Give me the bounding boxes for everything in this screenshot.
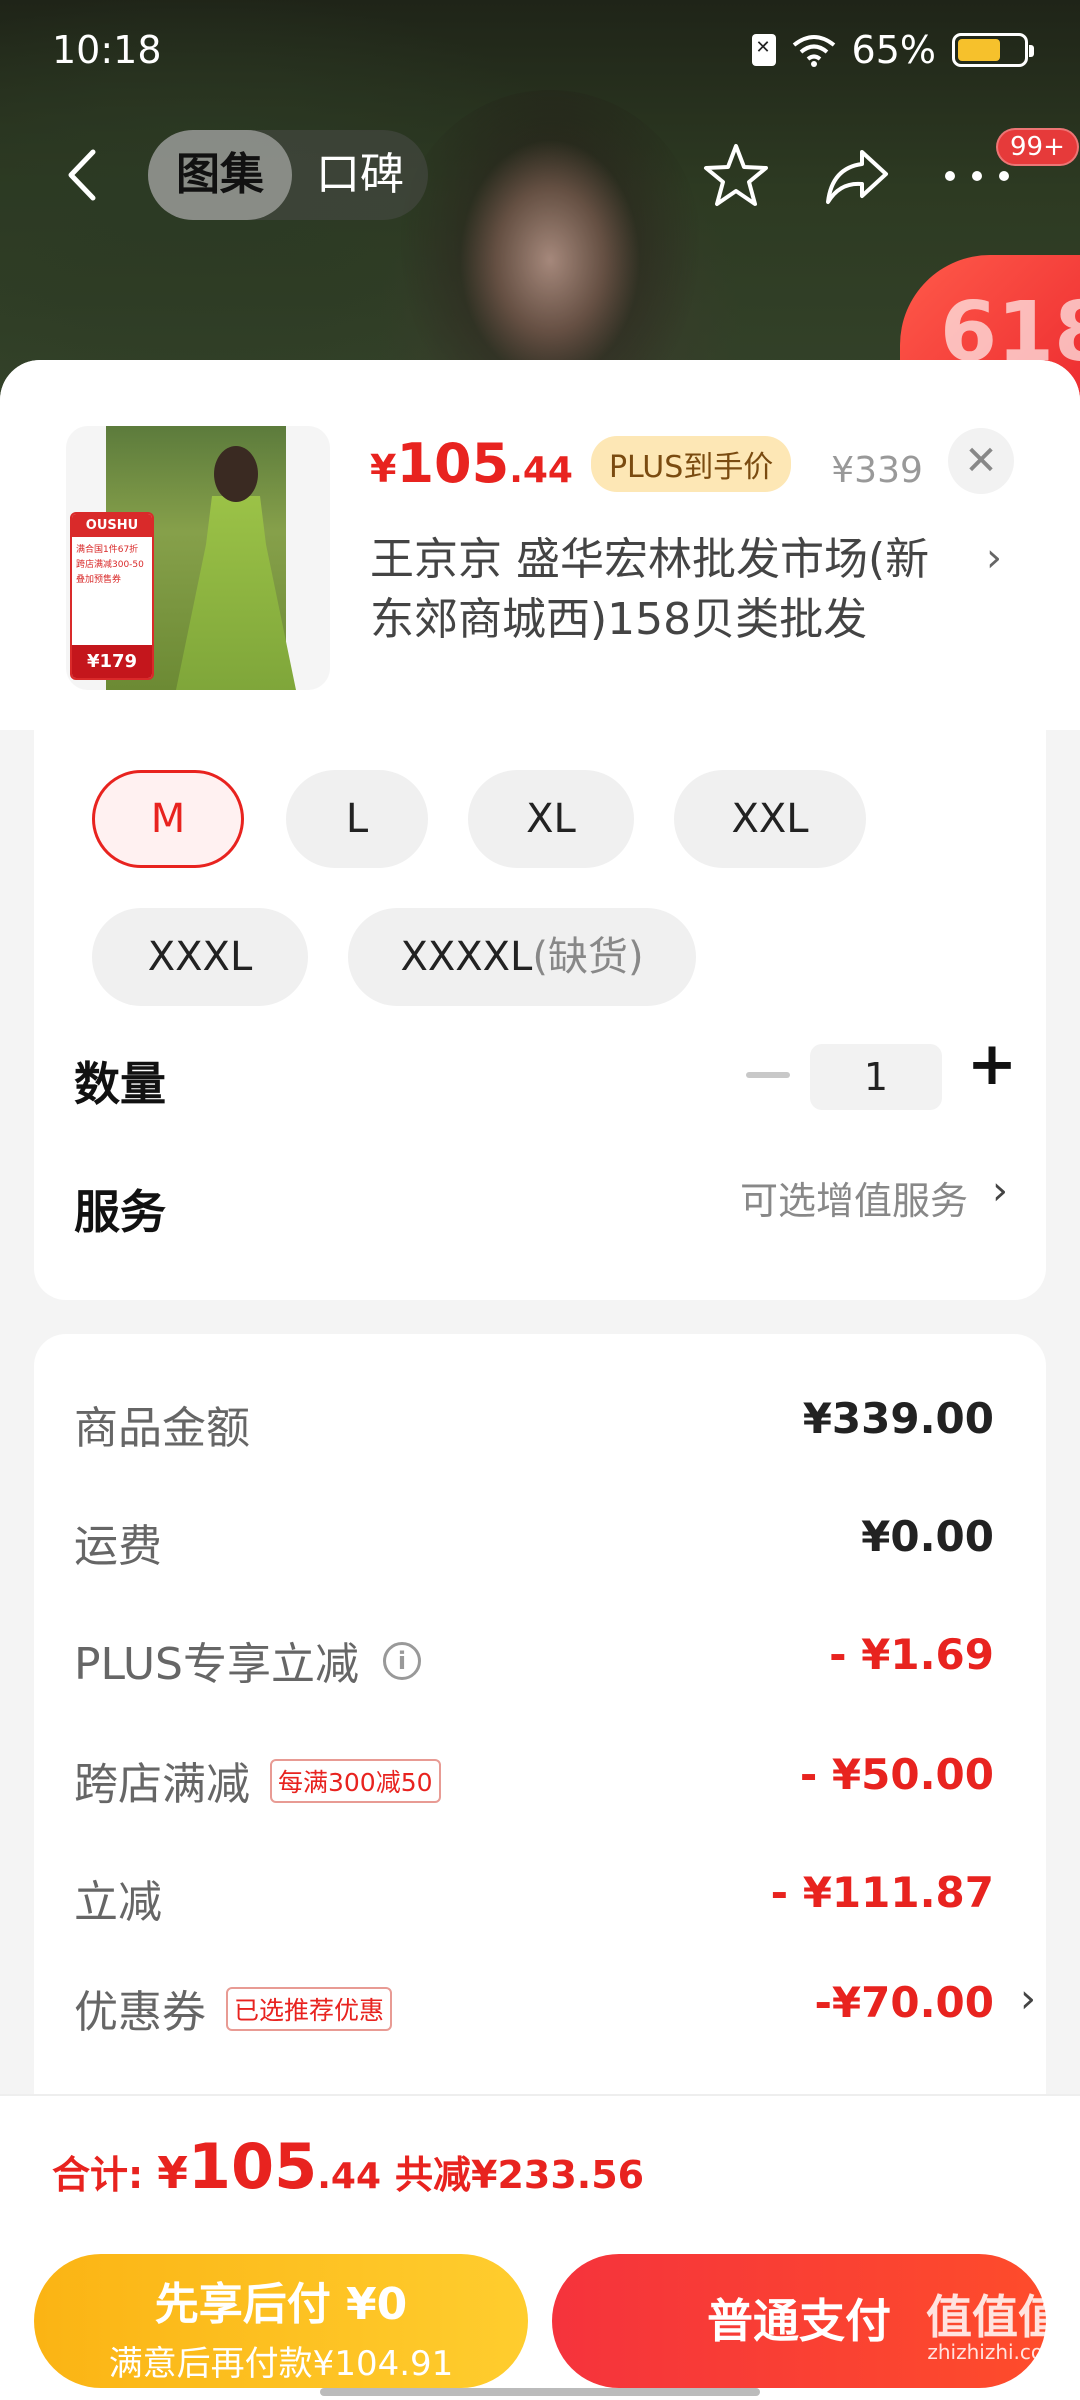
checkout-screen: 618 10:18 65% 图集 口碑	[0, 0, 1080, 2400]
service-options-link[interactable]: 可选增值服务	[740, 1170, 968, 1225]
out-of-stock-note: (缺货)	[532, 934, 644, 980]
favorite-star-icon[interactable]	[700, 140, 772, 212]
plus-discount-value: - ¥1.69	[829, 1630, 994, 1679]
top-nav-bar: 图集 口碑 99+	[0, 120, 1080, 230]
status-bar: 10:18 65%	[0, 0, 1080, 100]
goods-amount-row: 商品金额 ¥339.00	[74, 1394, 994, 1454]
size-option-xl[interactable]: XL	[468, 770, 634, 868]
plus-price-tag: PLUS到手价	[590, 435, 792, 492]
coupon-value: -¥70.00	[814, 1978, 994, 2027]
status-time: 10:18	[52, 28, 162, 72]
currency-symbol: ¥	[370, 447, 397, 491]
cross-store-value: - ¥50.00	[799, 1750, 994, 1799]
total-label: 合计:	[52, 2153, 144, 2197]
total-summary: 合计: ¥ 105 .44 共减¥233.56	[52, 2130, 645, 2203]
size-option-xxxl[interactable]: XXXL	[92, 908, 308, 1006]
coupon-row[interactable]: 优惠券 已选推荐优惠 -¥70.00 ›	[74, 1966, 1036, 2046]
product-header: OUSHU 满合国1件67折 跨店满减300-50 叠加预售券 ¥179 ¥ 1…	[0, 360, 1080, 730]
instant-discount-row: 立减 - ¥111.87	[74, 1868, 994, 1928]
quantity-increase-button[interactable]: +	[964, 1034, 1020, 1094]
options-card: M L XL XXL XXXL XXXXL(缺货) 数量 1 + 服务 可选增值…	[34, 730, 1046, 1300]
size-option-l[interactable]: L	[286, 770, 428, 868]
instant-discount-value: - ¥111.87	[770, 1868, 994, 1917]
shop-address[interactable]: 王京京 盛华宏林批发市场(新东郊商城西)158贝类批发	[370, 530, 970, 650]
thumbnail-promo-tag: OUSHU 满合国1件67折 跨店满减300-50 叠加预售券 ¥179	[70, 512, 154, 680]
shipping-row: 运费 ¥0.00	[74, 1512, 994, 1572]
battery-percent: 65%	[851, 28, 936, 72]
shipping-value: ¥0.00	[861, 1512, 994, 1561]
quantity-input[interactable]: 1	[810, 1044, 942, 1110]
cross-store-discount-row: 跨店满减 每满300减50 - ¥50.00	[74, 1750, 994, 1810]
total-amount: 105	[187, 2130, 318, 2203]
home-indicator[interactable]	[320, 2388, 760, 2396]
coupon-tag: 已选推荐优惠	[226, 1987, 393, 2031]
status-icons: 65%	[751, 28, 1034, 72]
wifi-icon	[792, 35, 835, 67]
action-buttons: 先享后付 ¥0 满意后再付款¥104.91 普通支付 值值值 zhizhizhi…	[0, 2234, 1080, 2400]
watermark-logo: 值值值 zhizhizhi.com	[926, 2290, 1064, 2364]
tab-reviews[interactable]: 口碑	[292, 130, 428, 220]
tab-gallery[interactable]: 图集	[148, 130, 292, 220]
gallery-tabs: 图集 口碑	[148, 130, 428, 220]
info-icon[interactable]: i	[383, 1642, 421, 1680]
chevron-right-icon[interactable]: ›	[986, 535, 1002, 581]
price-decimal: .44	[509, 450, 573, 491]
size-option-xxl[interactable]: XXL	[674, 770, 866, 868]
no-sim-icon	[751, 34, 776, 66]
chevron-right-icon[interactable]: ›	[992, 1168, 1008, 1214]
price-row: ¥ 105 .44 PLUS到手价 ¥339	[370, 432, 923, 495]
thumbnail-brand: OUSHU	[72, 514, 152, 537]
original-price: ¥339	[831, 450, 923, 491]
thumbnail-price: ¥179	[72, 645, 152, 678]
total-bar: 合计: ¥ 105 .44 共减¥233.56	[0, 2094, 1080, 2234]
close-button[interactable]: ✕	[948, 428, 1014, 494]
battery-icon	[952, 33, 1034, 67]
back-arrow-icon[interactable]	[55, 140, 115, 210]
total-saved: 共减¥233.56	[395, 2153, 645, 2197]
notification-badge: 99+	[996, 128, 1079, 166]
quantity-label: 数量	[74, 1057, 166, 1111]
share-icon[interactable]	[822, 142, 892, 210]
price-integer: 105	[396, 432, 510, 495]
plus-discount-row: PLUS专享立减 i - ¥1.69	[74, 1630, 994, 1690]
product-thumbnail[interactable]: OUSHU 满合国1件67折 跨店满减300-50 叠加预售券 ¥179	[66, 426, 330, 690]
size-option-m[interactable]: M	[92, 770, 244, 868]
pay-later-button[interactable]: 先享后付 ¥0 满意后再付款¥104.91	[34, 2254, 528, 2388]
service-label: 服务	[74, 1185, 166, 1239]
cross-store-tag: 每满300减50	[270, 1759, 441, 1803]
chevron-right-icon[interactable]: ›	[1020, 1976, 1036, 2022]
quantity-decrease-button[interactable]	[746, 1072, 790, 1078]
size-option-xxxxl[interactable]: XXXXL(缺货)	[348, 908, 696, 1006]
goods-amount-value: ¥339.00	[802, 1394, 994, 1443]
more-options-icon[interactable]	[942, 168, 1012, 184]
